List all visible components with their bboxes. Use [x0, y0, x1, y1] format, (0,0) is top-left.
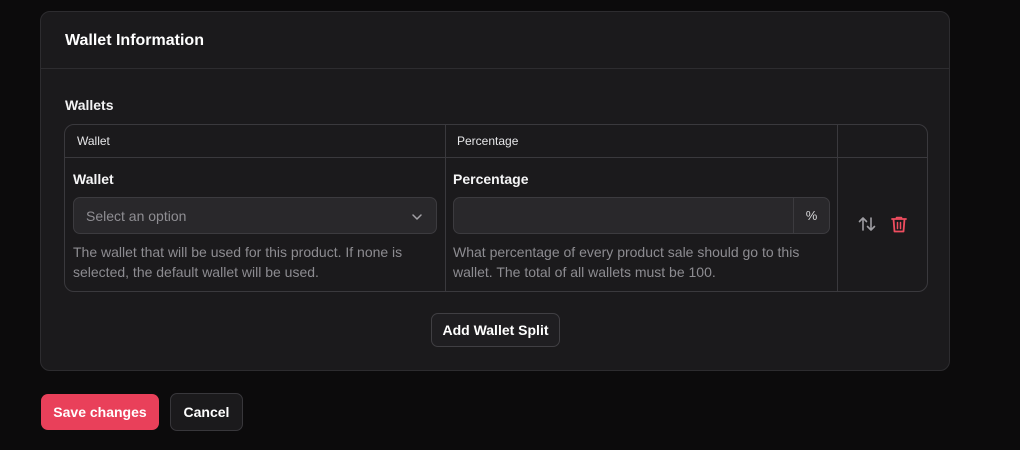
percentage-input[interactable]: % — [453, 197, 830, 234]
column-divider — [837, 125, 838, 291]
percent-suffix: % — [793, 198, 829, 233]
wallets-section-label: Wallets — [65, 97, 114, 113]
wallet-help-text: The wallet that will be used for this pr… — [73, 244, 403, 280]
wallets-table: Wallet Percentage Wallet Select an optio… — [64, 124, 928, 292]
wallet-select-placeholder: Select an option — [86, 208, 187, 224]
card-title: Wallet Information — [65, 32, 204, 49]
cancel-button[interactable]: Cancel — [170, 393, 243, 431]
column-divider — [445, 125, 446, 291]
chevron-down-icon — [412, 214, 422, 220]
percentage-help-text: What percentage of every product sale sh… — [453, 244, 800, 280]
wallet-field-label: Wallet — [73, 171, 114, 187]
column-header-percentage: Percentage — [457, 134, 519, 148]
card-header: Wallet Information — [41, 12, 949, 69]
add-wallet-split-button[interactable]: Add Wallet Split — [431, 313, 560, 347]
wallet-select[interactable]: Select an option — [73, 197, 437, 234]
arrows-up-down-icon[interactable] — [856, 213, 878, 235]
trash-icon[interactable] — [888, 213, 910, 235]
percentage-field-label: Percentage — [453, 171, 529, 187]
save-changes-button[interactable]: Save changes — [41, 394, 159, 430]
column-header-wallet: Wallet — [77, 134, 110, 148]
wallet-information-card: Wallet Information Wallets Wallet Percen… — [40, 11, 950, 371]
table-header-row: Wallet Percentage — [65, 125, 927, 158]
